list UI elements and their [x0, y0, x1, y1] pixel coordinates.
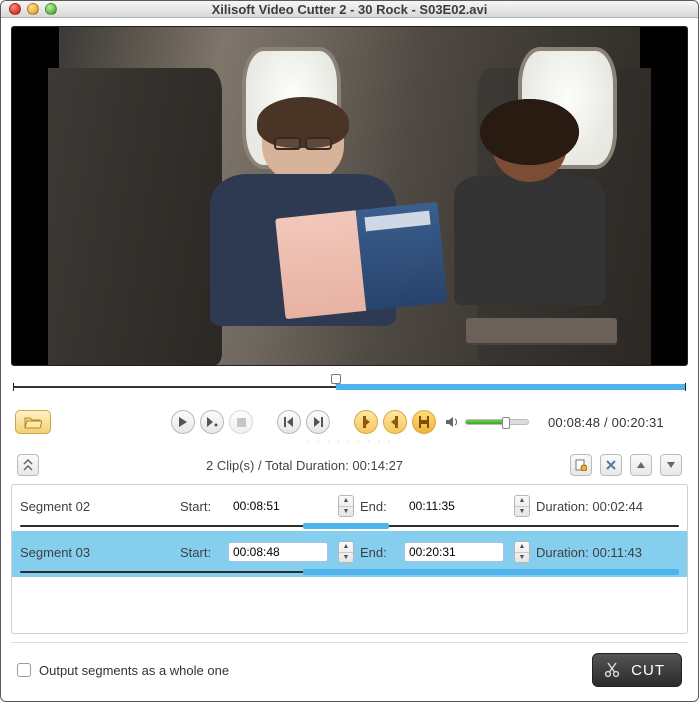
timecode-display: 00:08:48 / 00:20:31 — [548, 415, 664, 430]
delete-segment-button[interactable] — [600, 454, 622, 476]
timeline-selection — [336, 384, 686, 390]
new-segment-button[interactable] — [570, 454, 592, 476]
start-stepper[interactable]: ▲▼ — [338, 495, 354, 517]
timeline-tick — [13, 383, 14, 391]
window-title: Xilisoft Video Cutter 2 - 30 Rock - S03E… — [1, 2, 698, 17]
start-time-input[interactable] — [228, 496, 328, 516]
volume-slider[interactable] — [465, 419, 529, 425]
scissors-icon — [603, 661, 621, 679]
speaker-icon — [445, 416, 459, 428]
play-button[interactable] — [171, 410, 195, 434]
timeline[interactable] — [13, 374, 686, 400]
stop-icon — [237, 418, 246, 427]
duration-label: Duration: 00:02:44 — [536, 499, 679, 514]
titlebar: Xilisoft Video Cutter 2 - 30 Rock - S03E… — [1, 1, 698, 18]
summary-row: 2 Clip(s) / Total Duration: 00:14:27 — [11, 446, 688, 484]
window-controls — [9, 3, 57, 15]
mark-segment-button[interactable] — [412, 410, 436, 434]
total-time: 00:20:31 — [612, 415, 664, 430]
new-segment-icon — [575, 459, 587, 471]
current-time: 00:08:48 — [548, 415, 600, 430]
volume-control — [445, 416, 529, 428]
end-time-input[interactable] — [404, 542, 504, 562]
segment-name: Segment 03 — [20, 545, 180, 560]
step-down-icon[interactable]: ▼ — [339, 507, 353, 517]
move-up-button[interactable] — [630, 454, 652, 476]
video-frame — [59, 27, 640, 365]
step-up-icon[interactable]: ▲ — [515, 542, 529, 553]
start-time-input[interactable] — [228, 542, 328, 562]
step-down-icon[interactable]: ▼ — [515, 507, 529, 517]
mark-in-button[interactable] — [354, 410, 378, 434]
next-frame-button[interactable] — [306, 410, 330, 434]
open-file-button[interactable] — [15, 410, 51, 434]
prev-frame-button[interactable] — [277, 410, 301, 434]
close-window-button[interactable] — [9, 3, 21, 15]
collapse-icon — [23, 459, 33, 471]
delete-segment-icon — [605, 459, 617, 471]
mark-in-icon — [361, 416, 371, 428]
step-up-icon[interactable]: ▲ — [515, 496, 529, 507]
end-label: End: — [360, 545, 404, 560]
move-down-icon — [666, 461, 676, 469]
volume-fill — [466, 420, 503, 424]
output-whole-label: Output segments as a whole one — [39, 663, 584, 678]
start-label: Start: — [180, 545, 228, 560]
app-window: Xilisoft Video Cutter 2 - 30 Rock - S03E… — [0, 0, 699, 702]
timeline-start-handle[interactable] — [331, 374, 341, 384]
footer: Output segments as a whole one CUT — [11, 642, 688, 693]
mark-out-button[interactable] — [383, 410, 407, 434]
transport-controls: 00:08:48 / 00:20:31 — [11, 400, 688, 436]
mark-segment-icon — [418, 416, 430, 428]
mark-out-icon — [390, 416, 400, 428]
segment-list: Segment 02Start:▲▼End:▲▼Duration: 00:02:… — [11, 484, 688, 634]
step-up-icon[interactable]: ▲ — [339, 542, 353, 553]
end-label: End: — [360, 499, 404, 514]
zoom-window-button[interactable] — [45, 3, 57, 15]
play-icon — [178, 417, 188, 427]
content-area: 00:08:48 / 00:20:31 · · · · · · · · · 2 … — [1, 18, 698, 701]
end-stepper[interactable]: ▲▼ — [514, 541, 530, 563]
cut-button[interactable]: CUT — [592, 653, 682, 687]
timeline-tick — [685, 383, 686, 391]
play-range-button[interactable] — [200, 410, 224, 434]
segment-row[interactable]: Segment 02Start:▲▼End:▲▼Duration: 00:02:… — [12, 485, 687, 531]
move-up-icon — [636, 461, 646, 469]
segment-name: Segment 02 — [20, 499, 180, 514]
video-preview[interactable] — [11, 26, 688, 366]
segment-row[interactable]: Segment 03Start:▲▼End:▲▼Duration: 00:11:… — [12, 531, 687, 577]
start-label: Start: — [180, 499, 228, 514]
output-whole-checkbox[interactable] — [17, 663, 31, 677]
play-range-icon — [206, 417, 218, 427]
drag-handle-icon[interactable]: · · · · · · · · · — [11, 436, 688, 446]
prev-frame-icon — [284, 417, 294, 427]
duration-label: Duration: 00:11:43 — [536, 545, 679, 560]
step-down-icon[interactable]: ▼ — [339, 553, 353, 563]
cut-button-label: CUT — [631, 662, 665, 679]
move-down-button[interactable] — [660, 454, 682, 476]
step-down-icon[interactable]: ▼ — [515, 553, 529, 563]
segment-bar — [20, 569, 679, 575]
summary-text: 2 Clip(s) / Total Duration: 00:14:27 — [47, 458, 562, 473]
next-frame-icon — [313, 417, 323, 427]
segment-bar — [20, 523, 679, 529]
minimize-window-button[interactable] — [27, 3, 39, 15]
step-up-icon[interactable]: ▲ — [339, 496, 353, 507]
end-time-input[interactable] — [404, 496, 504, 516]
start-stepper[interactable]: ▲▼ — [338, 541, 354, 563]
end-stepper[interactable]: ▲▼ — [514, 495, 530, 517]
stop-button[interactable] — [229, 410, 253, 434]
folder-open-icon — [24, 415, 42, 429]
collapse-segments-button[interactable] — [17, 454, 39, 476]
volume-thumb[interactable] — [502, 417, 510, 429]
